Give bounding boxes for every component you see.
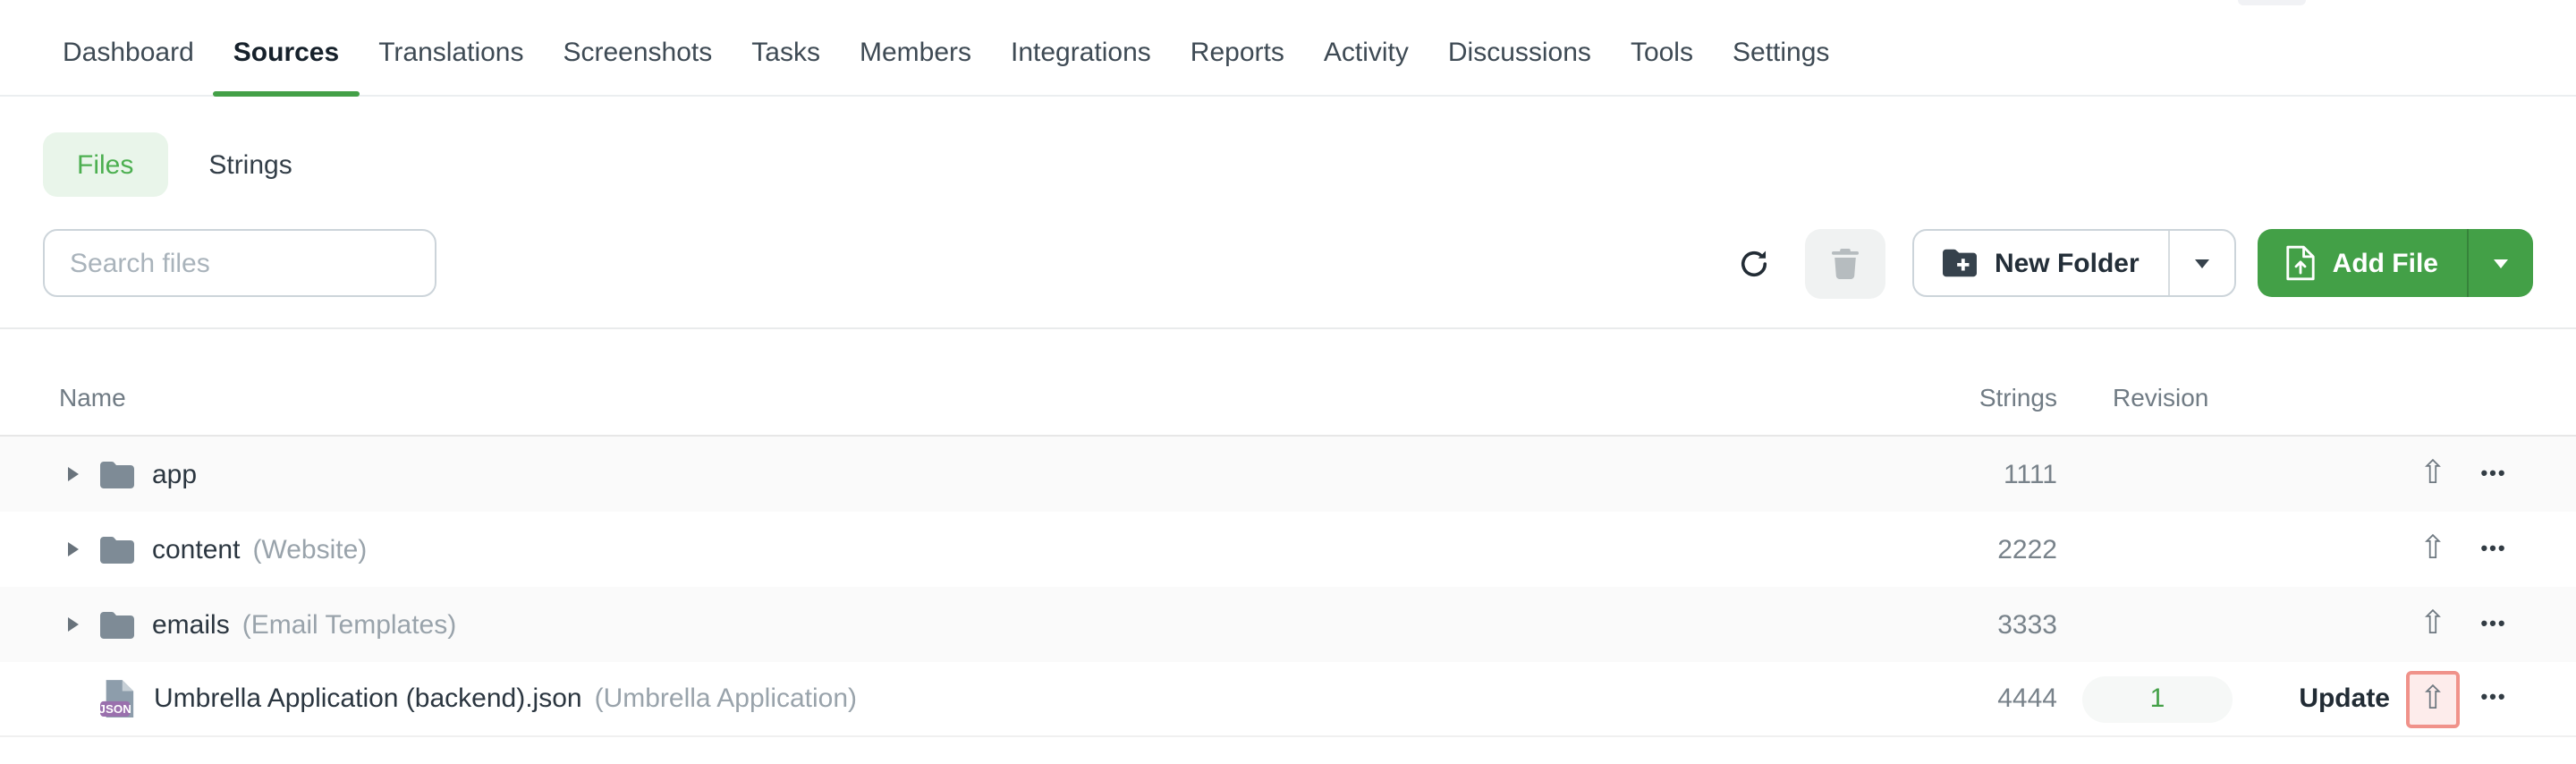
folder-name[interactable]: content xyxy=(152,534,240,565)
add-file-button[interactable]: Add File xyxy=(2258,229,2467,297)
expand-caret-icon[interactable] xyxy=(68,467,79,481)
column-header-strings: Strings xyxy=(1979,383,2057,412)
folder-name[interactable]: app xyxy=(152,459,197,489)
nav-item-members[interactable]: Members xyxy=(840,0,991,95)
table-row: JSON Umbrella Application (backend).json… xyxy=(0,662,2576,737)
chevron-down-icon xyxy=(2194,259,2209,267)
file-note: (Umbrella Application) xyxy=(594,683,858,714)
more-actions-button[interactable]: ••• xyxy=(2465,614,2522,634)
strings-count: 1111 xyxy=(2003,459,2057,489)
toolbar-actions: New Folder Add File xyxy=(1735,228,2533,298)
column-header-name: Name xyxy=(59,383,126,412)
files-table-header: Name Strings Revision xyxy=(0,329,2576,437)
new-folder-button[interactable]: New Folder xyxy=(1914,231,2168,295)
nav-item-integrations[interactable]: Integrations xyxy=(991,0,1171,95)
expand-caret-icon[interactable] xyxy=(68,542,79,556)
upload-icon[interactable]: ⇧ xyxy=(2419,607,2446,639)
column-header-revision: Revision xyxy=(2113,383,2209,412)
trash-icon xyxy=(1831,248,1859,278)
more-actions-button[interactable]: ••• xyxy=(2465,688,2522,709)
file-upload-icon xyxy=(2286,245,2315,281)
folder-name[interactable]: emails xyxy=(152,609,230,640)
add-file-dropdown-toggle[interactable] xyxy=(2469,229,2533,297)
expand-caret-icon[interactable] xyxy=(68,617,79,632)
nav-item-settings[interactable]: Settings xyxy=(1713,0,1849,95)
revision-badge[interactable]: 1 xyxy=(2082,675,2233,722)
new-folder-label: New Folder xyxy=(1994,248,2140,278)
cutoff-popover-edge xyxy=(2238,0,2306,5)
new-folder-split-button: New Folder xyxy=(1911,229,2236,297)
nav-item-sources[interactable]: Sources xyxy=(213,0,360,97)
sources-page: Dashboard Sources Translations Screensho… xyxy=(0,0,2576,764)
nav-item-translations[interactable]: Translations xyxy=(359,0,543,95)
nav-item-dashboard[interactable]: Dashboard xyxy=(43,0,214,95)
nav-item-tools[interactable]: Tools xyxy=(1611,0,1713,95)
upload-icon[interactable]: ⇧ xyxy=(2419,531,2446,564)
nav-item-screenshots[interactable]: Screenshots xyxy=(544,0,733,95)
chevron-down-icon xyxy=(2494,259,2508,267)
folder-icon xyxy=(100,536,134,563)
more-actions-button[interactable]: ••• xyxy=(2465,539,2522,559)
nav-item-activity[interactable]: Activity xyxy=(1304,0,1428,95)
project-nav: Dashboard Sources Translations Screensho… xyxy=(0,0,2576,97)
highlight-box: ⇧ xyxy=(2406,670,2460,727)
upload-icon[interactable]: ⇧ xyxy=(2419,681,2446,713)
expand-caret-spacer xyxy=(68,692,79,706)
more-actions-button[interactable]: ••• xyxy=(2465,463,2522,484)
delete-button[interactable] xyxy=(1804,228,1885,298)
strings-count: 3333 xyxy=(1997,609,2057,640)
add-file-label: Add File xyxy=(2332,248,2438,278)
file-name[interactable]: Umbrella Application (backend).json xyxy=(154,683,582,714)
json-file-icon: JSON xyxy=(100,677,136,720)
refresh-icon xyxy=(1740,248,1770,278)
nav-item-reports[interactable]: Reports xyxy=(1171,0,1304,95)
files-toolbar: New Folder Add File xyxy=(43,228,2533,298)
add-file-split-button: Add File xyxy=(2257,229,2533,297)
new-folder-dropdown-toggle[interactable] xyxy=(2170,231,2234,295)
folder-plus-icon xyxy=(1942,249,1977,277)
refresh-button[interactable] xyxy=(1735,248,1775,278)
table-row: content (Website) 2222 ⇧ ••• xyxy=(0,512,2576,587)
table-row: app 1111 ⇧ ••• xyxy=(0,437,2576,512)
folder-note: (Website) xyxy=(252,534,368,565)
folder-note: (Email Templates) xyxy=(242,609,457,640)
tab-strings[interactable]: Strings xyxy=(208,149,292,180)
nav-item-tasks[interactable]: Tasks xyxy=(732,0,840,95)
search-input[interactable] xyxy=(43,229,436,297)
table-row: emails (Email Templates) 3333 ⇧ ••• xyxy=(0,587,2576,662)
strings-count: 4444 xyxy=(1997,683,2057,714)
svg-text:JSON: JSON xyxy=(100,701,131,715)
folder-icon xyxy=(100,461,134,488)
update-button[interactable]: Update xyxy=(2299,683,2390,714)
view-switch: Files Strings xyxy=(43,132,2576,197)
strings-count: 2222 xyxy=(1997,534,2057,565)
tab-files[interactable]: Files xyxy=(43,132,168,197)
nav-item-discussions[interactable]: Discussions xyxy=(1428,0,1611,95)
folder-icon xyxy=(100,611,134,638)
upload-icon[interactable]: ⇧ xyxy=(2419,456,2446,488)
